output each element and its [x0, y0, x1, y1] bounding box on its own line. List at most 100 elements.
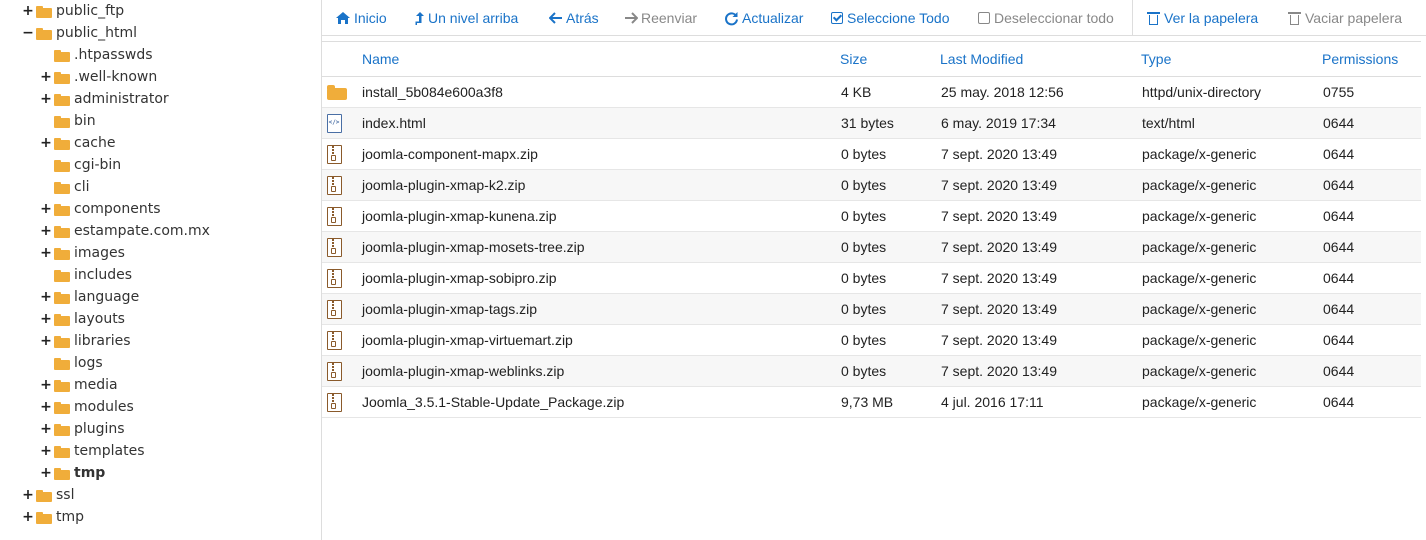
tree-item-label: ssl: [56, 487, 75, 503]
tree-item[interactable]: + .well-known: [40, 66, 157, 88]
view-trash-button[interactable]: Ver la papelera: [1147, 0, 1258, 36]
tree-item[interactable]: + modules: [40, 396, 134, 418]
file-permissions: 0644: [1323, 270, 1355, 286]
back-label: Atrás: [566, 10, 599, 26]
folder-icon: [54, 445, 70, 458]
file-type: package/x-generic: [1142, 146, 1257, 162]
table-row[interactable]: joomla-plugin-xmap-kunena.zip 0 bytes 7 se…: [322, 201, 1421, 232]
back-button[interactable]: Atrás: [549, 0, 599, 36]
deselect-all-button[interactable]: Deseleccionar todo: [978, 0, 1114, 36]
folder-icon: [54, 71, 70, 84]
folder-icon: [36, 489, 52, 502]
tree-item[interactable]: + images: [40, 242, 125, 264]
forward-button[interactable]: Reenviar: [624, 0, 697, 36]
tree-item[interactable]: cgi-bin: [40, 154, 121, 176]
expand-toggle-icon[interactable]: +: [22, 0, 34, 22]
expand-toggle-icon[interactable]: +: [40, 88, 52, 110]
zip-file-icon: [327, 238, 342, 257]
tree-item[interactable]: .htpasswds: [40, 44, 153, 66]
expand-toggle-icon[interactable]: +: [40, 132, 52, 154]
column-header-last-modified[interactable]: Last Modified: [940, 42, 1023, 77]
collapse-toggle-icon[interactable]: −: [22, 22, 34, 44]
zip-file-icon: [327, 207, 342, 226]
tree-item[interactable]: + ssl: [22, 484, 74, 506]
expand-toggle-icon[interactable]: +: [40, 286, 52, 308]
table-header: Name Size Last Modified Type Permissions: [322, 42, 1421, 77]
table-row[interactable]: joomla-plugin-xmap-mosets-tree.zip 0 byte…: [322, 232, 1421, 263]
file-size: 9,73 MB: [841, 394, 894, 410]
expand-toggle-icon[interactable]: +: [40, 308, 52, 330]
table-row[interactable]: joomla-plugin-xmap-sobipro.zip 0 bytes 7 s…: [322, 263, 1421, 294]
table-row[interactable]: joomla-plugin-xmap-weblinks.zip 0 bytes 7 …: [322, 356, 1421, 387]
tree-item-label: tmp: [56, 509, 85, 525]
tree-item[interactable]: + language: [40, 286, 139, 308]
tree-item-label: templates: [74, 443, 145, 459]
html-file-icon: [327, 114, 342, 133]
tree-item[interactable]: + tmp: [22, 506, 84, 528]
column-header-permissions[interactable]: Permissions: [1322, 42, 1398, 77]
tree-item[interactable]: cli: [40, 176, 89, 198]
tree-item[interactable]: − public_html: [22, 22, 137, 44]
file-type-cell: [327, 325, 349, 356]
folder-icon: [36, 511, 52, 524]
folder-icon: [54, 181, 70, 194]
expand-toggle-icon[interactable]: +: [40, 242, 52, 264]
tree-item-label: images: [74, 245, 125, 261]
tree-item[interactable]: + administrator: [40, 88, 169, 110]
tree-item[interactable]: + media: [40, 374, 118, 396]
tree-item[interactable]: + cache: [40, 132, 115, 154]
table-row[interactable]: install_5b084e600a3f8 4 KB 25 may. 2018 12…: [322, 77, 1421, 108]
tree-item[interactable]: logs: [40, 352, 103, 374]
toolbar-divider: [1132, 0, 1133, 36]
column-header-type[interactable]: Type: [1141, 42, 1171, 77]
tree-item-label: media: [74, 377, 118, 393]
column-header-size[interactable]: Size: [840, 42, 867, 77]
expand-toggle-icon[interactable]: +: [40, 220, 52, 242]
up-one-level-label: Un nivel arriba: [428, 10, 519, 26]
tree-item-label: .well-known: [74, 69, 158, 85]
tree-item[interactable]: bin: [40, 110, 96, 132]
tree-item[interactable]: + components: [40, 198, 160, 220]
tree-item[interactable]: + public_ftp: [22, 0, 124, 22]
file-name: joomla-plugin-xmap-virtuemart.zip: [362, 332, 573, 348]
tree-item-label: public_html: [56, 25, 138, 41]
file-size: 4 KB: [841, 84, 872, 100]
tree-item[interactable]: + tmp: [40, 462, 105, 484]
file-modified: 7 sept. 2020 13:49: [941, 146, 1057, 162]
select-all-button[interactable]: Seleccione Todo: [831, 0, 949, 36]
file-name: joomla-plugin-xmap-kunena.zip: [362, 208, 557, 224]
column-header-name[interactable]: Name: [362, 42, 399, 77]
table-row[interactable]: joomla-plugin-xmap-virtuemart.zip 0 bytes…: [322, 325, 1421, 356]
tree-item[interactable]: includes: [40, 264, 132, 286]
file-modified: 7 sept. 2020 13:49: [941, 270, 1057, 286]
table-row[interactable]: joomla-plugin-xmap-tags.zip 0 bytes 7 sept…: [322, 294, 1421, 325]
level-up-icon: [415, 11, 424, 25]
expand-toggle-icon[interactable]: +: [40, 66, 52, 88]
tree-item[interactable]: + templates: [40, 440, 145, 462]
table-row[interactable]: joomla-plugin-xmap-k2.zip 0 bytes 7 sept. …: [322, 170, 1421, 201]
up-one-level-button[interactable]: Un nivel arriba: [415, 0, 518, 36]
expand-toggle-icon[interactable]: +: [22, 506, 34, 528]
expand-toggle-icon[interactable]: +: [22, 484, 34, 506]
folder-icon: [54, 115, 70, 128]
table-row[interactable]: index.html 31 bytes 6 may. 2019 17:34 text/…: [322, 108, 1421, 139]
table-row[interactable]: Joomla_3.5.1-Stable-Update_Package.zip 9,…: [322, 387, 1421, 418]
tree-item[interactable]: + libraries: [40, 330, 130, 352]
expand-toggle-icon[interactable]: +: [40, 198, 52, 220]
expand-toggle-icon[interactable]: +: [40, 440, 52, 462]
expand-toggle-icon[interactable]: +: [40, 396, 52, 418]
tree-item-label: modules: [74, 399, 134, 415]
home-button[interactable]: Inicio: [335, 0, 387, 36]
expand-toggle-icon[interactable]: +: [40, 462, 52, 484]
empty-trash-button[interactable]: Vaciar papelera: [1288, 0, 1402, 36]
expand-toggle-icon[interactable]: +: [40, 418, 52, 440]
tree-item[interactable]: + layouts: [40, 308, 125, 330]
reload-button[interactable]: Actualizar: [724, 0, 803, 36]
expand-toggle-icon[interactable]: +: [40, 330, 52, 352]
file-modified: 4 jul. 2016 17:11: [941, 394, 1044, 410]
tree-item[interactable]: + estampate.com.mx: [40, 220, 210, 242]
expand-toggle-icon[interactable]: +: [40, 374, 52, 396]
file-permissions: 0644: [1323, 363, 1355, 379]
tree-item[interactable]: + plugins: [40, 418, 124, 440]
table-row[interactable]: joomla-component-mapx.zip 0 bytes 7 sept. …: [322, 139, 1421, 170]
